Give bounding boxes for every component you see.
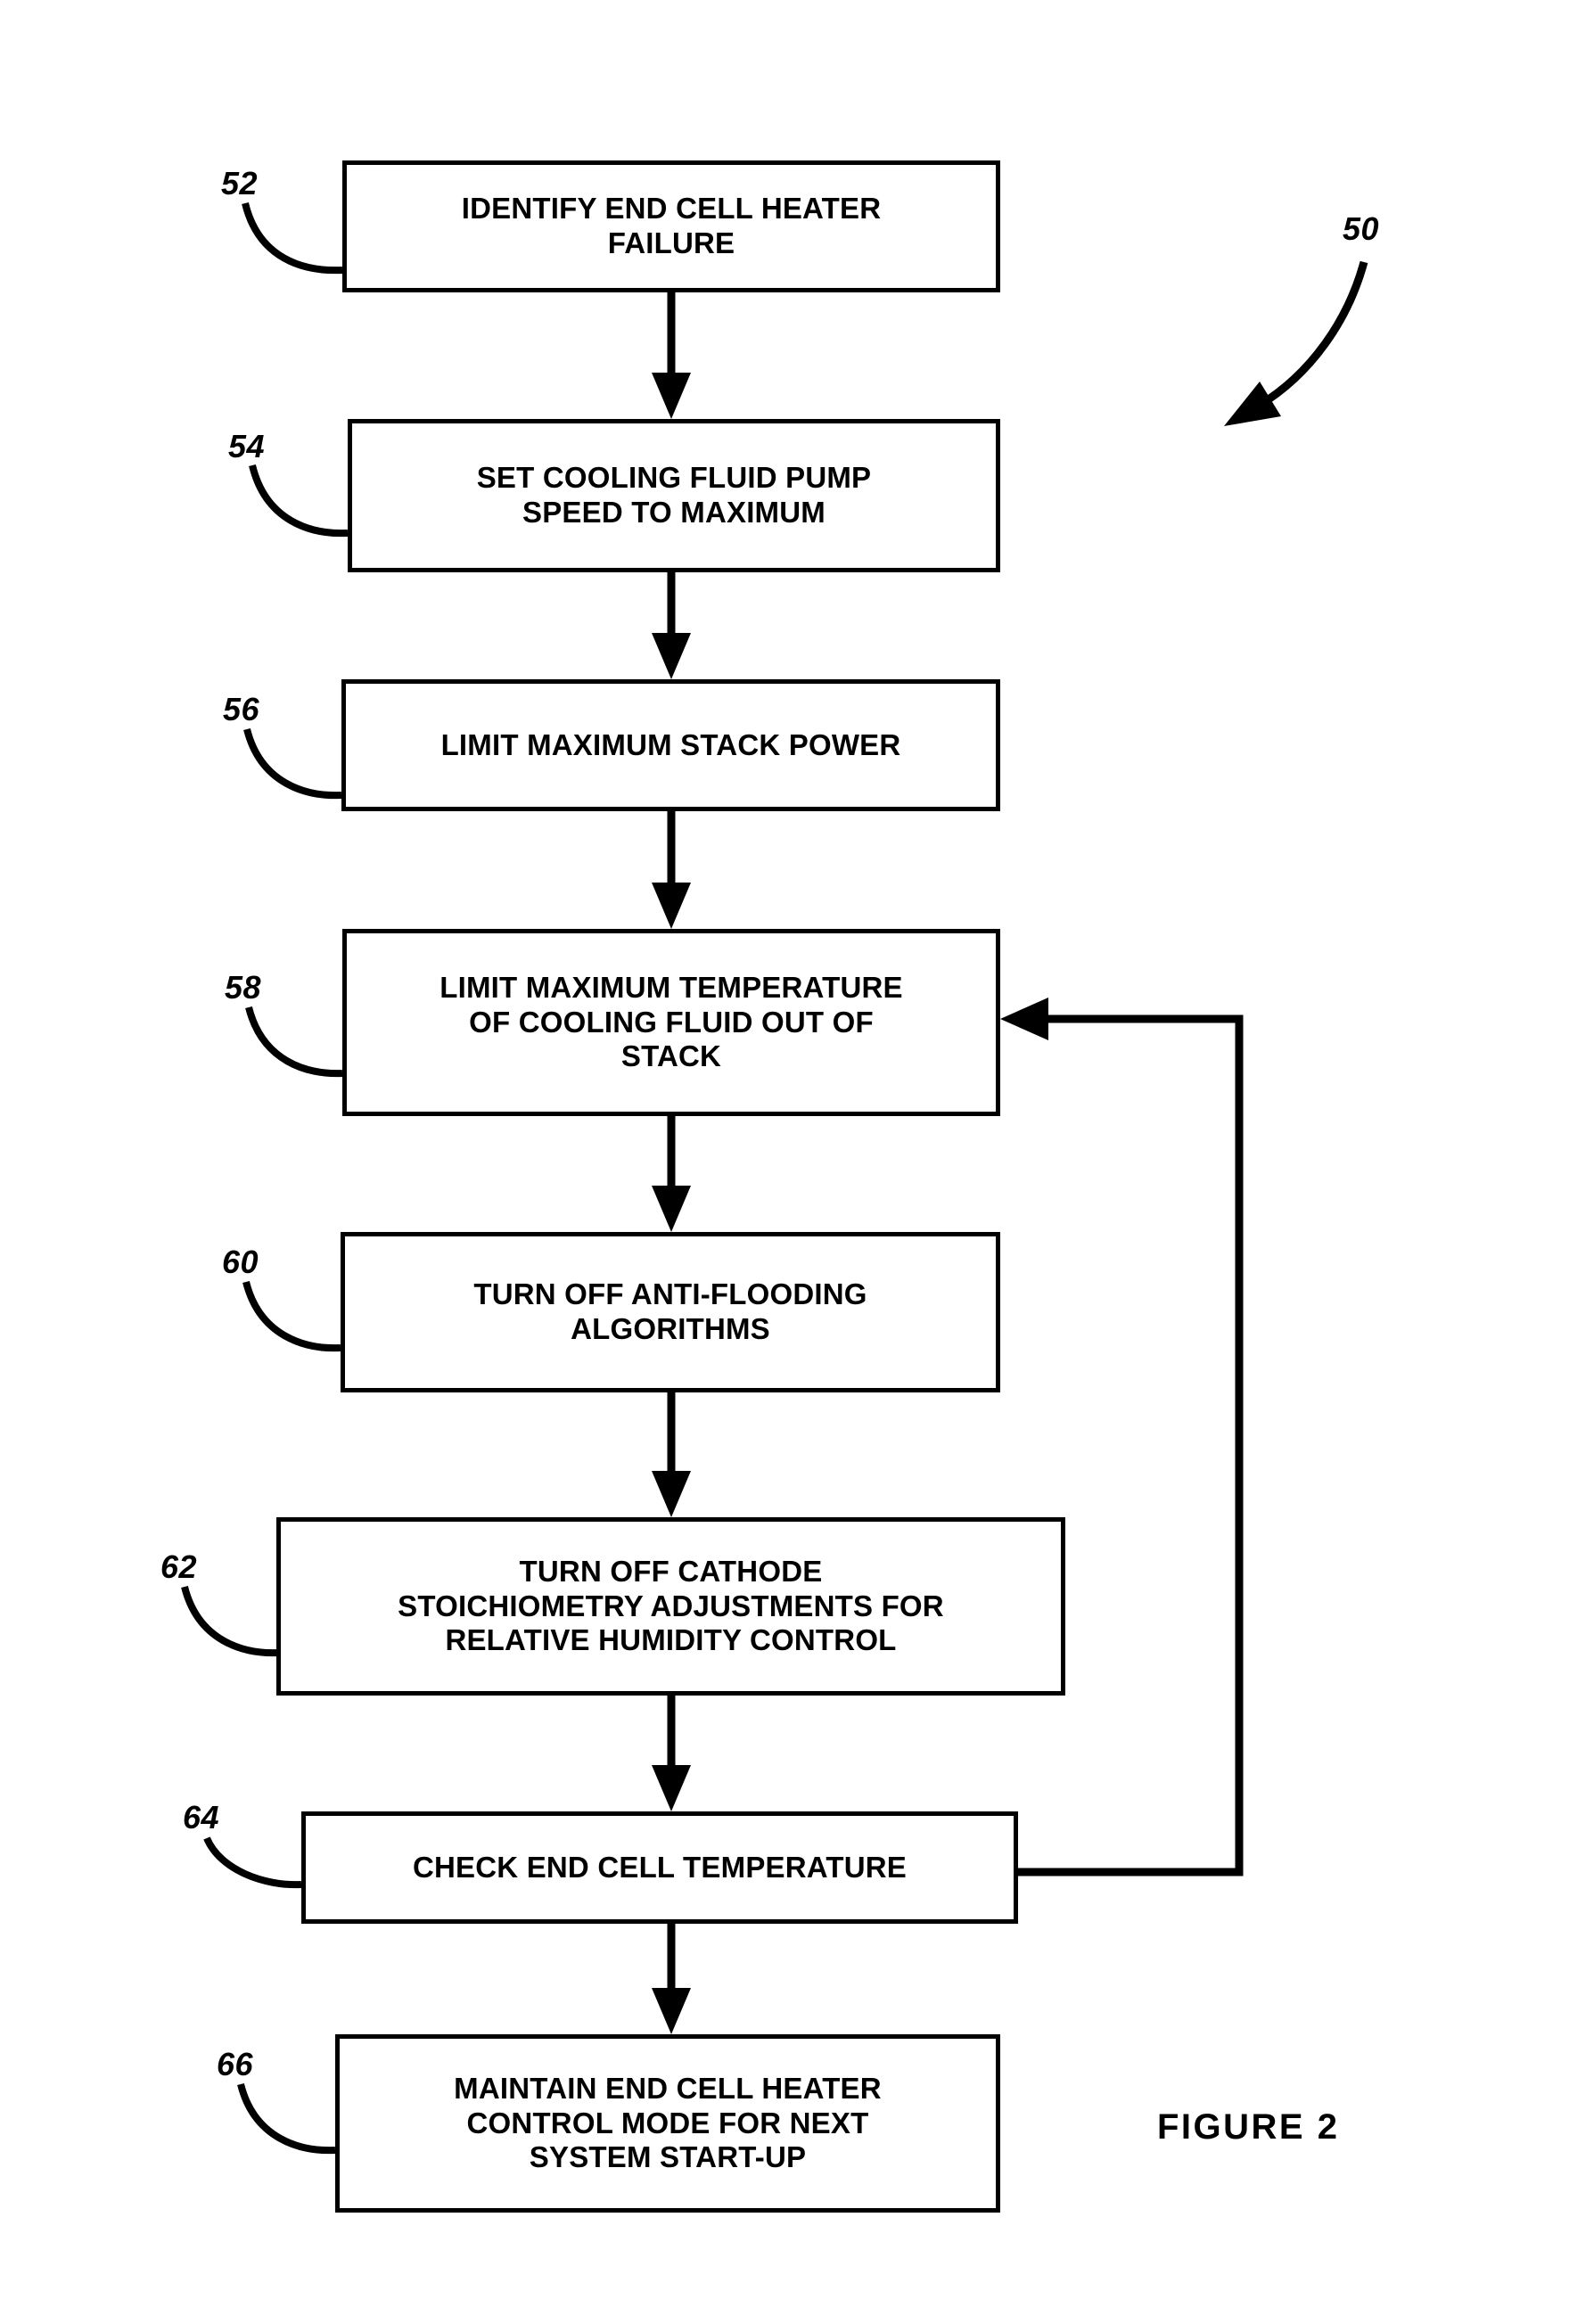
connector-feedback-64-to-58: [1000, 998, 1244, 1876]
process-box-60[interactable]: TURN OFF ANTI-FLOODING ALGORITHMS: [341, 1232, 1000, 1392]
connector-52-54: [652, 292, 691, 419]
reference-numeral-56: 56: [223, 691, 260, 727]
process-box-60-label: TURN OFF ANTI-FLOODING ALGORITHMS: [473, 1277, 867, 1345]
connector-60-62: [652, 1392, 691, 1517]
process-box-62[interactable]: TURN OFF CATHODE STOICHIOMETRY ADJUSTMEN…: [276, 1517, 1065, 1696]
leader-54: [249, 464, 349, 538]
connector-56-58: [652, 811, 691, 929]
process-box-62-label: TURN OFF CATHODE STOICHIOMETRY ADJUSTMEN…: [398, 1554, 944, 1657]
leader-60: [242, 1280, 341, 1352]
reference-numeral-52: 52: [221, 165, 259, 201]
reference-numeral-64: 64: [183, 1799, 220, 1835]
process-box-56-label: LIMIT MAXIMUM STACK POWER: [440, 727, 901, 761]
figure-caption: FIGURE 2: [1157, 2107, 1340, 2147]
connector-64-66: [652, 1924, 691, 2034]
process-box-66[interactable]: MAINTAIN END CELL HEATER CONTROL MODE FO…: [335, 2034, 1000, 2213]
leader-58: [245, 1006, 343, 1078]
reference-numeral-54: 54: [228, 428, 266, 464]
leader-62: [181, 1585, 280, 1657]
leader-66: [237, 2082, 336, 2155]
process-box-64[interactable]: CHECK END CELL TEMPERATURE: [301, 1811, 1018, 1924]
reference-numeral-50: 50: [1343, 210, 1380, 247]
connector-58-60: [652, 1116, 691, 1232]
process-box-52[interactable]: IDENTIFY END CELL HEATER FAILURE: [342, 160, 1000, 292]
reference-numeral-58: 58: [225, 969, 262, 1006]
reference-numeral-60: 60: [222, 1244, 259, 1280]
process-box-54-label: SET COOLING FLUID PUMP SPEED TO MAXIMUM: [476, 461, 872, 529]
connector-62-64: [652, 1696, 691, 1811]
reference-numeral-66: 66: [217, 2046, 254, 2082]
leader-50: [1224, 260, 1368, 426]
connector-layer: [181, 202, 1368, 2155]
leader-52: [242, 202, 343, 275]
process-box-64-label: CHECK END CELL TEMPERATURE: [412, 1850, 907, 1884]
process-box-58[interactable]: LIMIT MAXIMUM TEMPERATURE OF COOLING FLU…: [342, 929, 1000, 1116]
patent-figure-page: IDENTIFY END CELL HEATER FAILURE SET COO…: [0, 0, 1569, 2324]
leader-56: [243, 727, 342, 800]
process-box-56[interactable]: LIMIT MAXIMUM STACK POWER: [341, 679, 1000, 811]
process-box-66-label: MAINTAIN END CELL HEATER CONTROL MODE FO…: [454, 2071, 882, 2174]
process-box-52-label: IDENTIFY END CELL HEATER FAILURE: [461, 192, 882, 259]
reference-numeral-62: 62: [160, 1548, 198, 1585]
connector-54-56: [652, 572, 691, 679]
leader-64: [203, 1836, 302, 1889]
process-box-58-label: LIMIT MAXIMUM TEMPERATURE OF COOLING FLU…: [439, 970, 903, 1073]
process-box-54[interactable]: SET COOLING FLUID PUMP SPEED TO MAXIMUM: [348, 419, 1000, 572]
